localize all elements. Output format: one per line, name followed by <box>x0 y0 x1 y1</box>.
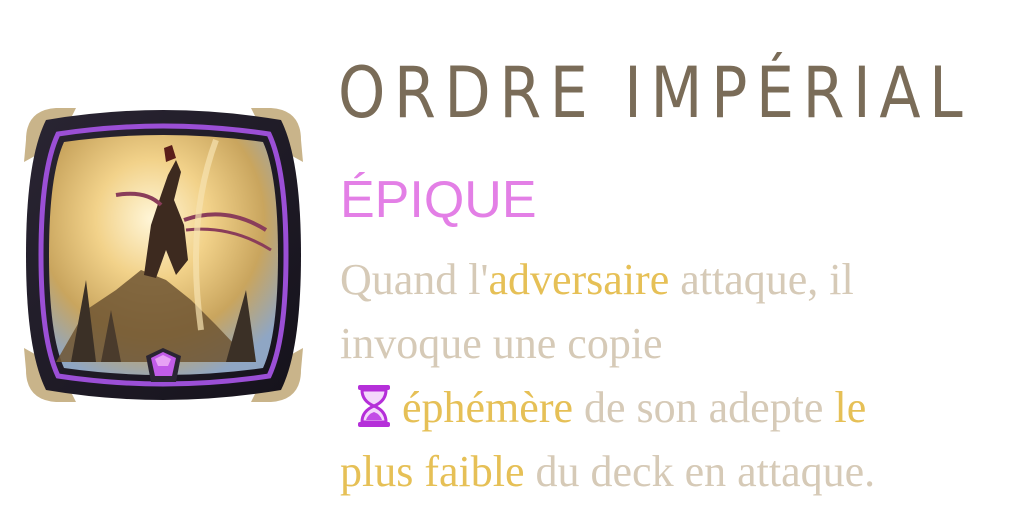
card-portrait-frame <box>16 100 311 410</box>
description-text: Quand l' <box>340 255 489 304</box>
description-text: invoque une copie <box>340 319 663 368</box>
hourglass-icon <box>356 384 392 428</box>
description-text: du deck en attaque. <box>524 447 876 496</box>
card-description: Quand l'adversaire attaque, il invoque u… <box>340 248 1000 504</box>
description-text: de son adepte <box>573 383 835 432</box>
description-text: attaque, il <box>669 255 854 304</box>
keyword-adversaire[interactable]: adversaire <box>488 255 669 304</box>
card-title: ORDRE IMPÉRIAL <box>338 52 972 134</box>
keyword-plus-faible: plus faible <box>340 447 525 496</box>
rarity-label: ÉPIQUE <box>340 171 537 229</box>
warrior-portrait-icon <box>24 108 303 402</box>
keyword-le: le <box>834 383 867 432</box>
keyword-ephemere[interactable]: éphémère <box>402 383 573 432</box>
